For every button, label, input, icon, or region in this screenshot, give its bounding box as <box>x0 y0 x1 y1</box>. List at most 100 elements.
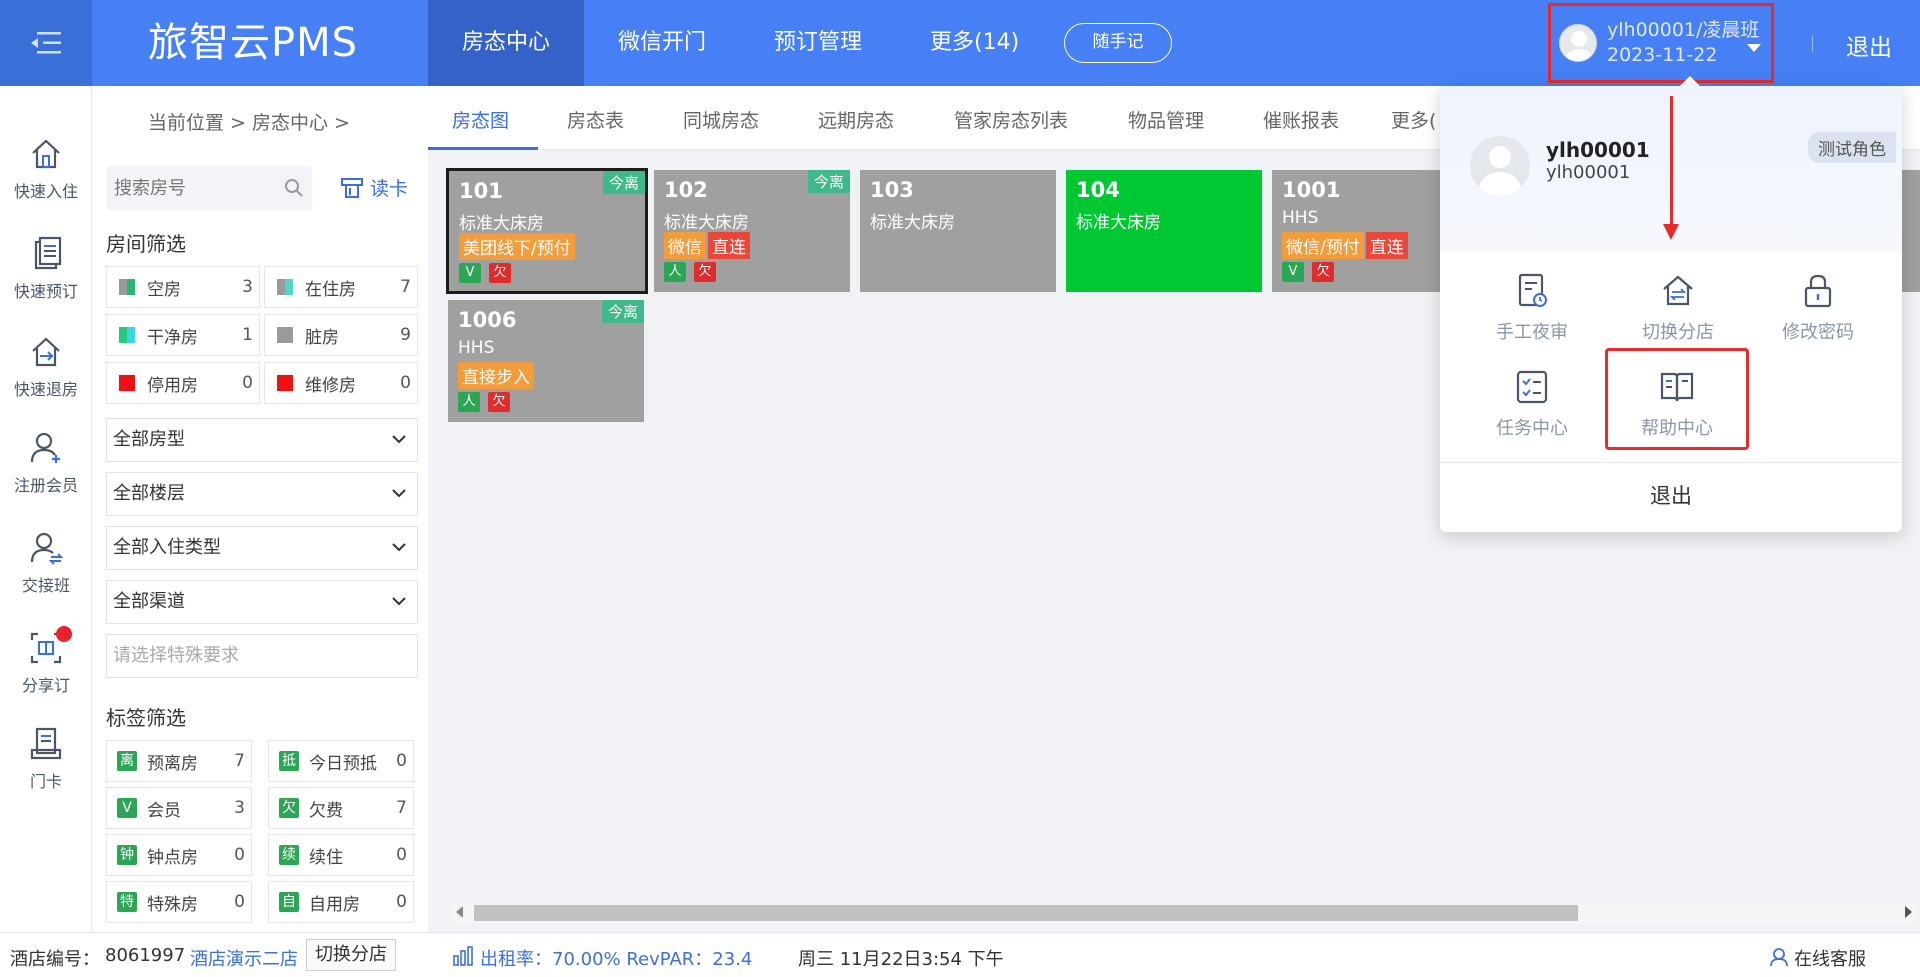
hotel-name-link[interactable]: 酒店演示二店 <box>190 945 298 971</box>
room-card[interactable]: 1006 HHS 今离 直接步入人欠 <box>448 300 644 422</box>
room-icons: 人欠 <box>458 392 510 412</box>
tag-filter[interactable]: 自自用房 0 <box>268 881 414 923</box>
source-tags: 美团线下/预付 <box>459 233 575 260</box>
room-card[interactable]: 102 标准大床房 今离 微信 直连人欠 <box>654 170 850 292</box>
room-card-partial[interactable] <box>1902 170 1920 292</box>
popup-logout-button[interactable]: 退出 <box>1440 480 1902 510</box>
room-card[interactable]: 104 标准大床房 <box>1066 170 1262 292</box>
room-search-input[interactable] <box>106 166 276 210</box>
tag-filter[interactable]: V 会员 3 <box>106 787 252 829</box>
tab-future-status[interactable]: 远期房态 <box>818 106 894 133</box>
tab-items[interactable]: 物品管理 <box>1128 106 1204 133</box>
status-count: 0 <box>242 373 253 393</box>
tag-count: 0 <box>234 845 245 865</box>
annotation-arrow-head <box>1663 224 1679 240</box>
tab-room-table[interactable]: 房态表 <box>567 106 624 133</box>
nav-wechat-door[interactable]: 微信开门 <box>584 0 740 86</box>
scroll-right-icon[interactable] <box>1905 906 1912 918</box>
switch-branch-footer-button[interactable]: 切换分店 <box>306 939 396 971</box>
room-status-filter[interactable]: 维修房 0 <box>264 362 418 404</box>
quick-checkin-button[interactable]: 快速入住 <box>0 136 92 202</box>
online-service-link[interactable]: 在线客服 <box>1794 945 1866 971</box>
share-booking-button[interactable]: 分享订 <box>0 626 92 696</box>
tag-filter[interactable]: 特特殊房 0 <box>106 881 252 923</box>
document-list-icon <box>34 236 62 270</box>
room-search <box>106 166 312 210</box>
brand-title: 旅智云PMS <box>148 20 359 66</box>
room-status-filter[interactable]: 脏房 9 <box>264 314 418 356</box>
change-password-button[interactable]: 修改密码 <box>1758 272 1878 344</box>
bar-chart-icon <box>453 946 473 966</box>
room-status-filter[interactable]: 空房 3 <box>106 266 260 308</box>
card-reader-icon <box>341 177 363 198</box>
quick-booking-button[interactable]: 快速预订 <box>0 236 92 302</box>
tag-filter[interactable]: 欠欠费 7 <box>268 787 414 829</box>
tab-room-map[interactable]: 房态图 <box>452 106 509 133</box>
customer-service-icon <box>1770 948 1788 967</box>
channel-select[interactable]: 全部渠道 <box>106 580 418 624</box>
horizontal-scrollbar[interactable] <box>452 902 1916 924</box>
search-icon[interactable] <box>284 178 304 198</box>
logout-link[interactable]: 退出 <box>1846 28 1892 62</box>
read-card-button[interactable]: 读卡 <box>340 174 408 201</box>
tab-more[interactable]: 更多( <box>1391 106 1436 133</box>
room-status-filter[interactable]: 在住房 7 <box>264 266 418 308</box>
shift-handover-button[interactable]: 交接班 <box>0 530 92 596</box>
door-card-button[interactable]: 门卡 <box>0 726 92 792</box>
room-type: HHS <box>1282 208 1319 228</box>
room-type: 标准大床房 <box>459 214 544 234</box>
breadcrumb: 当前位置 > 房态中心 > <box>148 112 350 134</box>
tag-count: 7 <box>234 751 245 771</box>
status-swatch <box>119 375 135 391</box>
scroll-left-icon[interactable] <box>456 906 463 918</box>
tab-collection-report[interactable]: 催账报表 <box>1263 106 1339 133</box>
nav-booking[interactable]: 预订管理 <box>740 0 896 86</box>
task-list-icon <box>1516 370 1548 404</box>
quick-checkout-button[interactable]: 快速退房 <box>0 334 92 400</box>
room-card[interactable]: 101 标准大床房 今离 美团线下/预付 V 欠 <box>446 168 648 294</box>
room-card[interactable]: 103 标准大床房 <box>860 170 1056 292</box>
memo-button[interactable]: 随手记 <box>1064 23 1172 63</box>
tab-housekeeping-list[interactable]: 管家房态列表 <box>954 106 1068 133</box>
status-count: 1 <box>242 325 253 345</box>
tag-filter[interactable]: 抵今日预抵 0 <box>268 740 414 782</box>
manual-night-audit-button[interactable]: 手工夜审 <box>1472 272 1592 344</box>
notification-dot <box>56 626 72 642</box>
checkout-today-badge: 今离 <box>602 171 645 194</box>
status-label: 在住房 <box>305 279 356 300</box>
switch-branch-button[interactable]: 切换分店 <box>1618 272 1738 344</box>
room-icons: 人欠 <box>664 262 716 282</box>
room-number: 1006 <box>458 308 517 332</box>
room-status-filter[interactable]: 干净房 1 <box>106 314 260 356</box>
room-status-filter[interactable]: 停用房 0 <box>106 362 260 404</box>
switch-home-icon <box>1663 275 1693 306</box>
status-swatch <box>277 375 293 391</box>
checkin-type-select[interactable]: 全部入住类型 <box>106 526 418 570</box>
tag-icon: 离 <box>117 751 137 771</box>
divider <box>1440 462 1902 463</box>
channel-tag: 美团线下/预付 <box>459 233 575 260</box>
register-member-button[interactable]: 注册会员 <box>0 430 92 496</box>
scroll-thumb[interactable] <box>474 905 1578 921</box>
chevron-down-icon <box>392 435 406 444</box>
tag-filter[interactable]: 续续住 0 <box>268 834 414 876</box>
nav-room-center[interactable]: 房态中心 <box>428 0 585 86</box>
tag-label: 今日预抵 <box>309 753 377 774</box>
room-card[interactable]: 1001HHS今微信/预付直连V欠 <box>1272 170 1468 292</box>
tag-label: 欠费 <box>309 800 343 821</box>
menu-toggle-icon[interactable] <box>0 0 92 86</box>
home-icon <box>32 139 60 169</box>
tag-filter[interactable]: 离预离房 7 <box>106 740 252 782</box>
owe-icon: 欠 <box>489 263 511 283</box>
special-request-select[interactable]: 请选择特殊要求 <box>106 634 418 678</box>
person-icon: 人 <box>458 392 480 412</box>
tag-filter[interactable]: 钟钟点房 0 <box>106 834 252 876</box>
floor-select[interactable]: 全部楼层 <box>106 472 418 516</box>
task-center-button[interactable]: 任务中心 <box>1472 368 1592 440</box>
user-menu-trigger[interactable]: ylh00001/凌晨班 2023-11-22 <box>1548 3 1774 83</box>
tab-city-status[interactable]: 同城房态 <box>683 106 759 133</box>
nav-more[interactable]: 更多(14) <box>896 0 1053 86</box>
room-type: 标准大床房 <box>870 213 955 233</box>
room-type-select[interactable]: 全部房型 <box>106 418 418 462</box>
channel-tag: 直连 <box>1365 232 1408 259</box>
